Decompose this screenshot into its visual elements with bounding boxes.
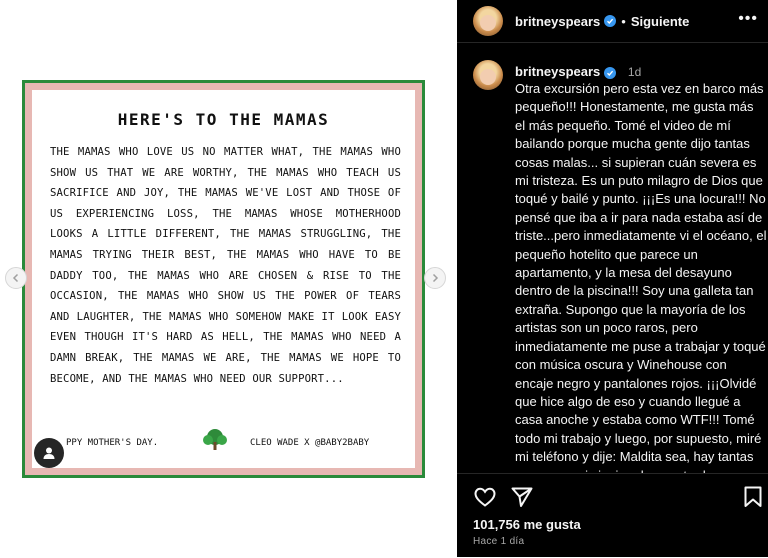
post-media: HERE'S TO THE MAMAS The mamas who love u… — [0, 0, 457, 557]
post-timestamp[interactable]: Hace 1 día — [473, 536, 524, 547]
baby2baby-logo — [198, 428, 232, 458]
bookmark-icon[interactable] — [741, 485, 765, 509]
poster-footer-credit: Cleo Wade x @baby2baby — [250, 438, 370, 448]
post-header: britneyspears • Siguiente ••• — [457, 0, 768, 43]
heart-icon[interactable] — [473, 485, 497, 509]
poster-footer: ppy mother's day. Cleo Wade x @baby2baby — [66, 428, 401, 458]
avatar[interactable] — [473, 6, 503, 36]
poster-title: HERE'S TO THE MAMAS — [117, 110, 330, 129]
poster-footer-greeting: ppy mother's day. — [66, 438, 159, 448]
caption-time[interactable]: 1d — [628, 65, 641, 79]
more-options-icon[interactable]: ••• — [738, 10, 758, 28]
follow-button[interactable]: Siguiente — [631, 14, 690, 29]
caption-text: Otra excursión pero esta vez en barco má… — [515, 81, 767, 473]
likes-count[interactable]: 101,756 me gusta — [473, 517, 581, 532]
header-separator: • — [621, 13, 626, 29]
poster-paper: HERE'S TO THE MAMAS The mamas who love u… — [32, 90, 415, 468]
post-actions: 101,756 me gusta Hace 1 día — [457, 473, 768, 558]
poster-body: The mamas who love us no matter what, th… — [50, 146, 401, 385]
tagged-users-button[interactable] — [34, 438, 64, 468]
poster-image[interactable]: HERE'S TO THE MAMAS The mamas who love u… — [22, 80, 425, 478]
comments-section[interactable]: britneyspears 1d Otra excursión pero est… — [457, 43, 768, 473]
chevron-right-icon — [432, 273, 439, 283]
post-panel: britneyspears • Siguiente ••• britneyspe… — [457, 0, 768, 557]
chevron-left-icon — [12, 273, 19, 283]
poster-border: HERE'S TO THE MAMAS The mamas who love u… — [25, 83, 422, 475]
verified-badge-icon — [604, 66, 617, 79]
caption-header: britneyspears 1d — [515, 64, 641, 79]
user-tag-icon — [43, 447, 55, 459]
verified-badge-icon — [604, 15, 617, 27]
carousel-prev-button[interactable] — [5, 267, 27, 289]
carousel-next-button[interactable] — [424, 267, 446, 289]
header-username[interactable]: britneyspears — [515, 14, 600, 29]
caption-username[interactable]: britneyspears — [515, 64, 600, 79]
caption-avatar[interactable] — [473, 60, 503, 90]
send-icon[interactable] — [510, 485, 534, 509]
